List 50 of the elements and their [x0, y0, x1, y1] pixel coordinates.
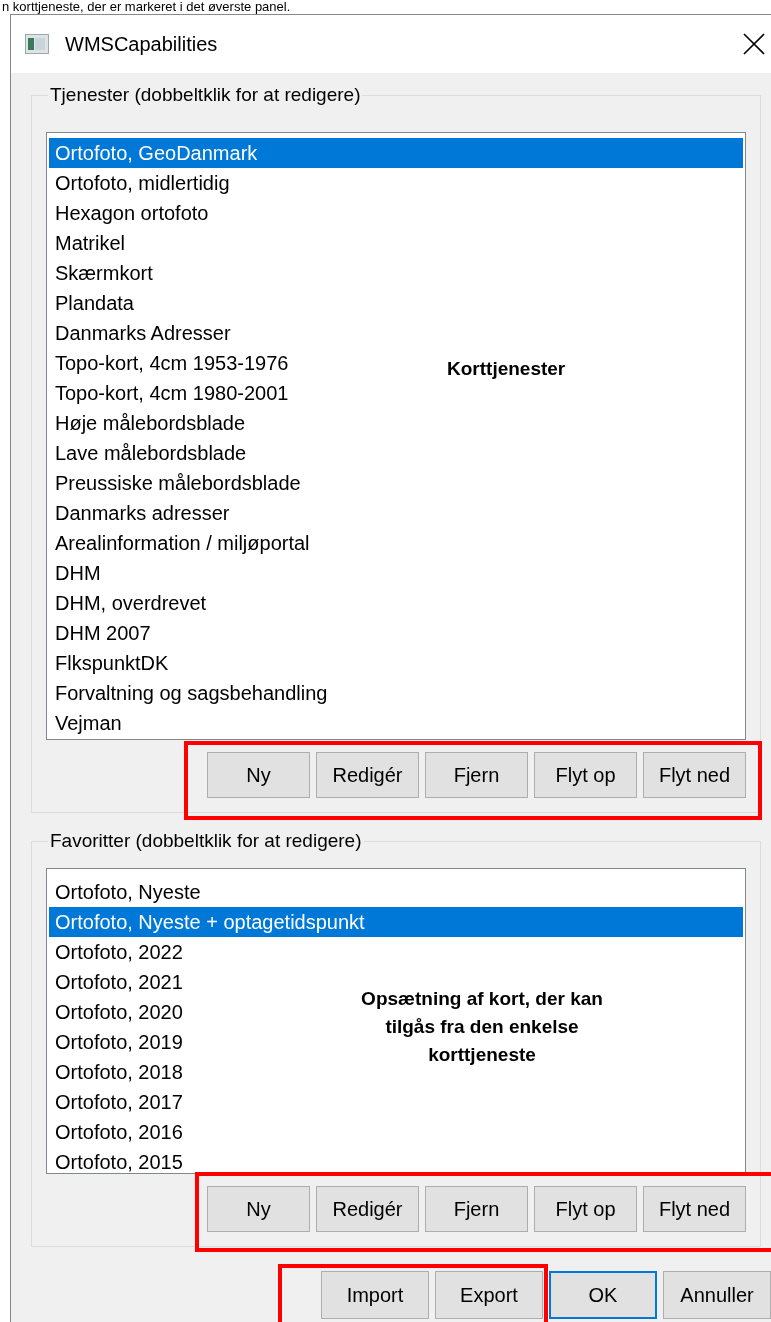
- list-item[interactable]: Ortofoto, 2017: [49, 1087, 189, 1117]
- list-item[interactable]: Ortofoto, 2016: [49, 1117, 189, 1147]
- list-item[interactable]: Topo-kort, 4cm 1980-2001: [49, 378, 295, 408]
- list-item[interactable]: Lave målebordsblade: [49, 438, 253, 468]
- annotation-text: Opsætning af kort, der kan tilgås fra den enkelse korttjeneste: [360, 987, 604, 1067]
- close-icon[interactable]: [743, 33, 765, 55]
- list-item[interactable]: Hexagon ortofoto: [49, 198, 215, 228]
- list-button[interactable]: Fjern: [425, 1186, 528, 1232]
- list-item[interactable]: Ortofoto, 2022: [49, 937, 189, 967]
- list-button[interactable]: Redigér: [316, 752, 419, 798]
- list-button[interactable]: Flyt ned: [643, 1186, 746, 1232]
- list-button[interactable]: Fjern: [425, 752, 528, 798]
- list-item[interactable]: Plandata: [49, 288, 140, 318]
- list-item[interactable]: Ortofoto, 2020: [49, 997, 189, 1027]
- list-item[interactable]: Ortofoto, 2021: [49, 967, 189, 997]
- list-button[interactable]: Redigér: [316, 1186, 419, 1232]
- list-item[interactable]: Vejman: [49, 708, 128, 738]
- list-button[interactable]: Flyt op: [534, 1186, 637, 1232]
- dialog-button[interactable]: OK: [549, 1271, 657, 1319]
- list-item[interactable]: Danmarks adresser: [49, 498, 236, 528]
- dialog-button[interactable]: Export: [435, 1271, 543, 1319]
- list-item[interactable]: Ortofoto, 2015: [49, 1147, 189, 1173]
- dialog-button[interactable]: Annuller: [663, 1271, 771, 1319]
- list-item[interactable]: DHM: [49, 558, 107, 588]
- list-item[interactable]: Preussiske målebordsblade: [49, 468, 307, 498]
- list-item[interactable]: Ortofoto, 2018: [49, 1057, 189, 1087]
- list-item[interactable]: Ortofoto, Nyeste: [49, 877, 207, 907]
- dialog-button[interactable]: Import: [321, 1271, 429, 1319]
- caption-text: n korttjeneste, der er markeret i det øverste panel.: [1, 0, 292, 14]
- annotation-text: Korttjenester: [447, 357, 566, 381]
- list-item[interactable]: Topo-kort, 4cm 1953-1976: [49, 348, 295, 378]
- app-icon: [25, 34, 49, 54]
- list-item[interactable]: Ortofoto, 2019: [49, 1027, 189, 1057]
- list-item[interactable]: Arealinformation / miljøportal: [49, 528, 316, 558]
- list-item[interactable]: Høje målebordsblade: [49, 408, 252, 438]
- list-item[interactable]: FlkspunktDK: [49, 648, 175, 678]
- list-button[interactable]: Ny: [207, 752, 310, 798]
- list-button[interactable]: Flyt ned: [643, 752, 746, 798]
- list-item[interactable]: Forvaltning og sagsbehandling: [49, 678, 334, 708]
- list-item[interactable]: DHM 2007: [49, 618, 157, 648]
- list-button[interactable]: Ny: [207, 1186, 310, 1232]
- list-item[interactable]: Ortofoto, Nyeste + optagetidspunkt: [49, 907, 743, 937]
- window-title: WMSCapabilities: [65, 32, 218, 57]
- list-button[interactable]: Flyt op: [534, 752, 637, 798]
- list-item[interactable]: Danmarks Adresser: [49, 318, 237, 348]
- list-item[interactable]: Matrikel: [49, 228, 131, 258]
- list-item[interactable]: DHM, overdrevet: [49, 588, 213, 618]
- list-item[interactable]: Ortofoto, GeoDanmark: [49, 138, 743, 168]
- list-item[interactable]: Ortofoto, midlertidig: [49, 168, 236, 198]
- list-item[interactable]: Skærmkort: [49, 258, 159, 288]
